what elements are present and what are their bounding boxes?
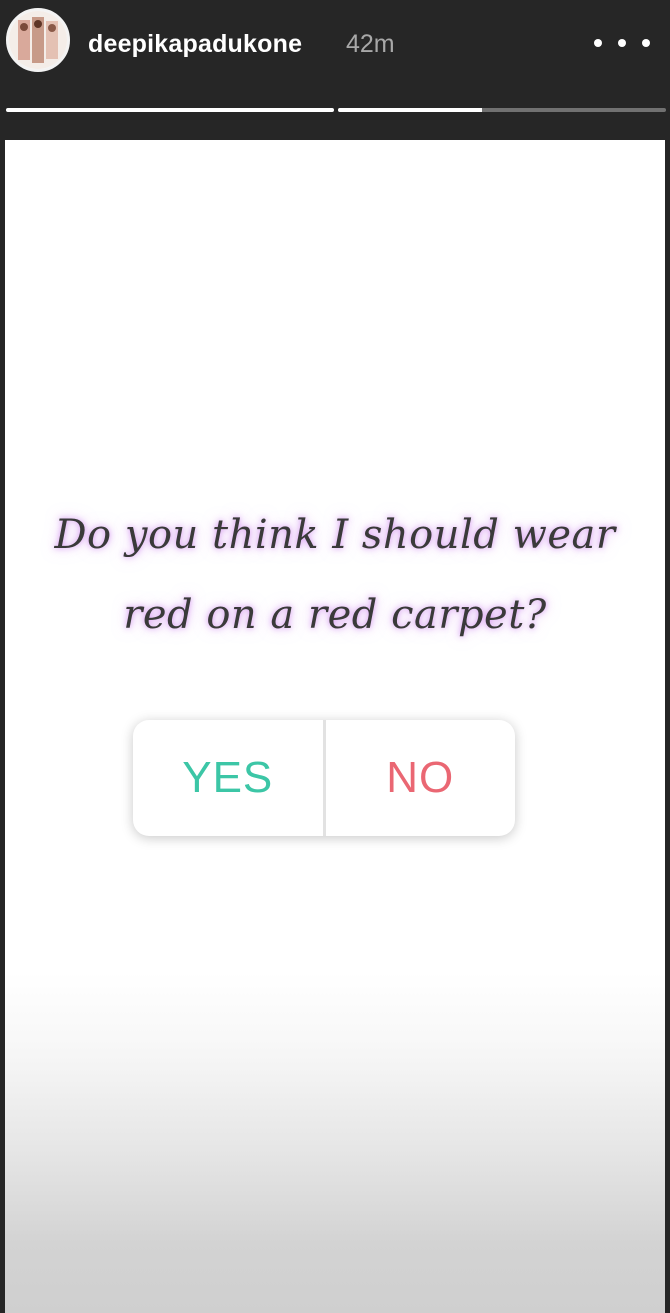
dot [642, 39, 650, 47]
question-line-1: Do you think I should wear [54, 512, 616, 558]
progress-fill [338, 108, 483, 112]
username[interactable]: deepikapadukone [88, 28, 302, 60]
profile-photo-icon[interactable] [6, 8, 70, 72]
poll-option-no[interactable]: NO [326, 720, 516, 836]
more-options-icon[interactable] [594, 28, 650, 58]
question-text: Do you think I should wear red on a red … [5, 495, 665, 655]
question-line-2: red on a red carpet? [123, 592, 547, 638]
post-time: 42m [346, 30, 395, 58]
story-progress-segment-2 [338, 108, 666, 112]
story-viewer: deepikapadukone 42m Do you think I shoul… [0, 0, 670, 1313]
poll-option-yes[interactable]: YES [133, 720, 323, 836]
avatar-image [9, 11, 67, 69]
progress-fill [6, 108, 334, 112]
story-progress-segment-1 [6, 108, 334, 112]
dot [594, 39, 602, 47]
story-canvas[interactable]: Do you think I should wear red on a red … [5, 140, 665, 1313]
story-header: deepikapadukone 42m [0, 0, 670, 112]
poll-sticker: YES NO [133, 720, 515, 836]
dot [618, 39, 626, 47]
